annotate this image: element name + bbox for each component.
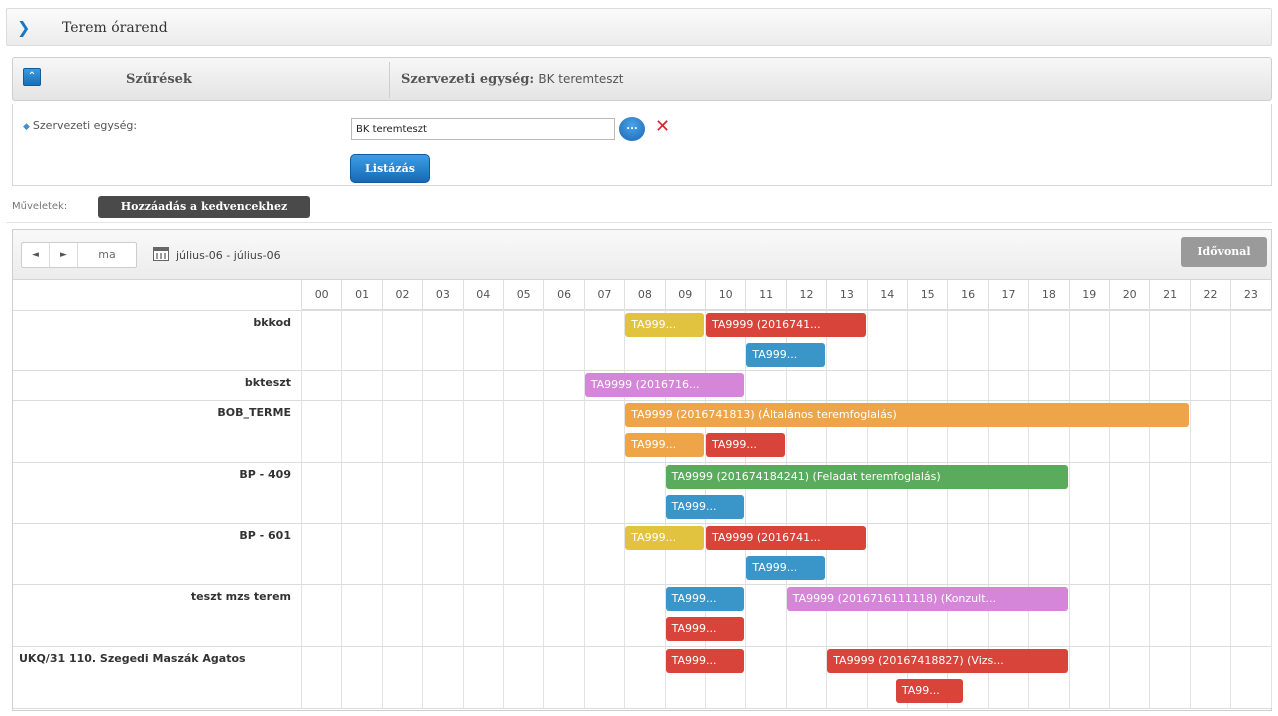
timeline-button[interactable]: Idővonal <box>1181 237 1267 267</box>
event-block[interactable]: TA999... <box>665 649 745 673</box>
hour-header: 23 <box>1230 280 1271 310</box>
hour-header: 00 <box>301 280 342 310</box>
prev-button[interactable]: ◄ <box>22 243 50 267</box>
hour-header: 19 <box>1068 280 1109 310</box>
browse-button[interactable]: ... <box>619 117 645 141</box>
hour-header: 14 <box>866 280 907 310</box>
hour-header: 05 <box>503 280 544 310</box>
add-to-favorites-button[interactable]: Hozzáadás a kedvencekhez <box>98 196 310 218</box>
hour-header: 07 <box>583 280 625 310</box>
hour-header: 20 <box>1109 280 1150 310</box>
org-unit-input[interactable] <box>351 118 615 140</box>
event-block[interactable]: TA999... <box>625 433 704 457</box>
event-block[interactable]: TA999... <box>746 343 826 367</box>
filter-header[interactable]: ⌃ Szűrések Szervezeti egység: BK teremte… <box>12 57 1272 101</box>
event-block[interactable]: TA9999 (2016741813) (Általános teremfogl… <box>625 403 1189 427</box>
hour-header: 08 <box>624 280 665 310</box>
hour-header: 11 <box>745 280 786 310</box>
room-name: BP - 409 <box>239 468 291 481</box>
filter-summary-key: Szervezeti egység: <box>401 72 535 87</box>
hour-header: 04 <box>462 280 503 310</box>
event-block[interactable]: TA9999 (201674184241) (Feladat teremfogl… <box>665 465 1068 489</box>
divider <box>13 523 1271 524</box>
page-header: ❯ Terem órarend <box>6 8 1272 46</box>
clear-icon[interactable]: ✕ <box>655 118 670 136</box>
room-name: teszt mzs terem <box>190 590 291 603</box>
hour-header: 13 <box>826 280 867 310</box>
event-block[interactable]: TA9999 (2016741... <box>706 526 866 550</box>
event-block[interactable]: TA9999 (2016716111118) (Konzult... <box>786 587 1068 611</box>
schedule-grid: 00 01 02 03 04 05 06 07 08 09 10 11 12 13 14 15 16 17 18 19… <box>13 280 1272 710</box>
room-name: BOB_TERME <box>217 406 291 419</box>
list-button[interactable]: Listázás <box>350 154 430 183</box>
filter-summary-value: BK teremteszt <box>538 72 624 86</box>
divider <box>13 400 1271 401</box>
divider <box>13 370 1271 371</box>
event-block[interactable]: TA9999 (20167418827) (Vizs... <box>827 649 1068 673</box>
hour-header: 16 <box>947 280 988 310</box>
calendar-icon[interactable] <box>153 247 169 261</box>
page-title: Terem órarend <box>62 20 168 36</box>
scheduler-toolbar: ◄ ► ma július-06 - július-06 Idővonal <box>13 230 1271 280</box>
operations-label: Műveletek: <box>12 201 68 212</box>
hour-header: 06 <box>543 280 584 310</box>
divider <box>13 462 1271 463</box>
hour-header: 12 <box>785 280 827 310</box>
event-block[interactable]: TA999... <box>665 617 745 641</box>
hour-header: 10 <box>705 280 746 310</box>
today-button[interactable]: ma <box>78 243 136 267</box>
divider <box>13 708 1271 709</box>
room-name: UKQ/31 110. Szegedi Maszák Agatos <box>19 652 246 665</box>
diamond-icon: ◆ <box>23 122 30 132</box>
hour-header: 03 <box>422 280 463 310</box>
filter-panel: ◆Szervezeti egység: ... ✕ Listázás <box>12 104 1272 186</box>
hour-header: 22 <box>1189 280 1231 310</box>
nav-group: ◄ ► ma <box>21 242 137 268</box>
org-unit-label: ◆ Szervezeti egység: <box>23 119 137 132</box>
divider <box>13 310 1271 311</box>
hour-header: 17 <box>987 280 1029 310</box>
room-name: BP - 601 <box>239 529 291 542</box>
room-name: bkteszt <box>244 376 291 389</box>
divider <box>389 62 390 98</box>
hour-header: 09 <box>664 280 705 310</box>
next-button[interactable]: ► <box>50 243 78 267</box>
divider <box>6 222 1272 223</box>
event-block[interactable]: TA999... <box>746 556 826 580</box>
event-block[interactable]: TA999... <box>625 313 704 337</box>
collapse-up-icon[interactable]: ⌃ <box>23 68 41 86</box>
filter-title: Szűrések <box>126 72 192 87</box>
hour-header: 21 <box>1149 280 1190 310</box>
chevron-right-icon[interactable]: ❯ <box>17 18 30 37</box>
event-block[interactable]: TA99... <box>895 679 963 703</box>
date-range: július-06 - július-06 <box>176 249 281 262</box>
filter-summary: Szervezeti egység: BK teremteszt <box>401 72 623 87</box>
room-name: bkkod <box>253 316 291 329</box>
org-unit-label-text: Szervezeti egység: <box>32 119 138 132</box>
divider <box>13 584 1271 585</box>
event-block[interactable]: TA9999 (2016716... <box>584 373 745 397</box>
event-block[interactable]: TA9999 (2016741... <box>706 313 866 337</box>
event-block[interactable]: TA999... <box>625 526 704 550</box>
hour-header: 18 <box>1028 280 1069 310</box>
event-block[interactable]: TA999... <box>665 587 745 611</box>
event-block[interactable]: TA999... <box>665 495 745 519</box>
hour-header: 02 <box>381 280 423 310</box>
event-block[interactable]: TA999... <box>706 433 785 457</box>
scheduler: ◄ ► ma július-06 - július-06 Idővonal 00… <box>12 229 1272 711</box>
hour-header: 01 <box>341 280 382 310</box>
divider <box>13 646 1271 647</box>
hour-header: 15 <box>907 280 948 310</box>
